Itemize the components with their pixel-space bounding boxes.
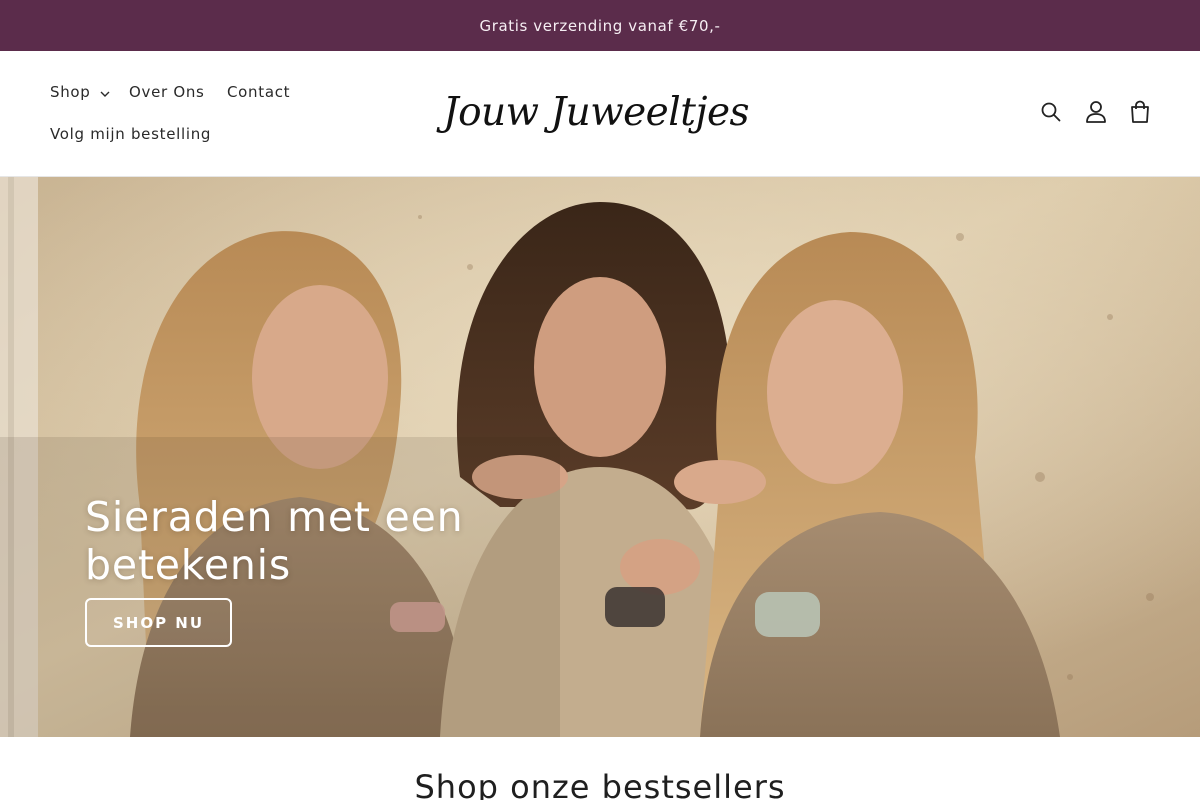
chevron-down-icon bbox=[99, 86, 111, 98]
shop-now-button[interactable]: SHOP NU bbox=[85, 598, 232, 647]
hero-banner: Sieraden met een betekenis SHOP NU bbox=[0, 177, 1200, 737]
nav-volg-bestelling[interactable]: Volg mijn bestelling bbox=[50, 125, 211, 143]
nav-contact[interactable]: Contact bbox=[227, 83, 290, 101]
hero-image bbox=[0, 177, 1200, 737]
site-logo[interactable]: Jouw Juweeltjes bbox=[443, 77, 750, 147]
site-header: Shop Over Ons Contact Volg mijn bestelli… bbox=[0, 51, 1200, 177]
nav-over-ons[interactable]: Over Ons bbox=[129, 83, 205, 101]
cart-icon[interactable] bbox=[1127, 99, 1153, 125]
nav-shop[interactable]: Shop bbox=[50, 83, 111, 101]
announcement-text: Gratis verzending vanaf €70,- bbox=[479, 16, 721, 35]
nav-shop-label: Shop bbox=[50, 83, 91, 101]
search-icon[interactable] bbox=[1038, 99, 1064, 125]
bestsellers-title: Shop onze bestsellers bbox=[414, 768, 786, 800]
announcement-bar: Gratis verzending vanaf €70,- bbox=[0, 0, 1200, 51]
account-icon[interactable] bbox=[1083, 99, 1109, 125]
hero-title: Sieraden met een betekenis bbox=[85, 493, 464, 589]
